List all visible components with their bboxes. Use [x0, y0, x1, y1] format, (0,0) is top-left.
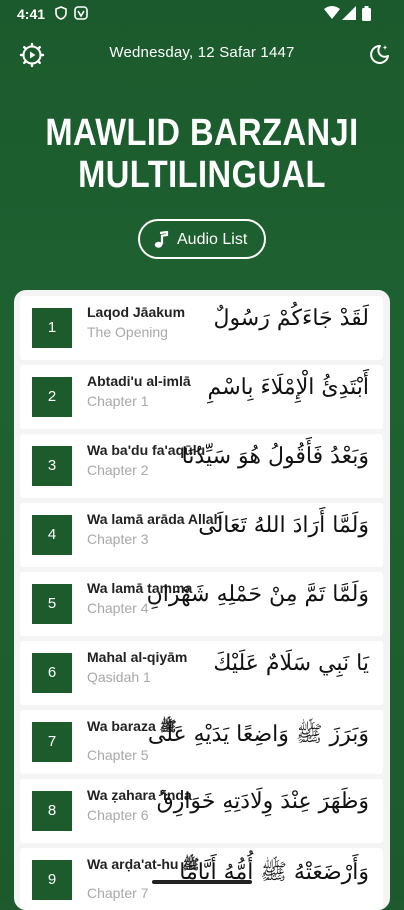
chapter-subtitle: Chapter 3 — [87, 531, 149, 547]
chapter-number: 2 — [32, 377, 72, 417]
chapter-arabic: وَبَرَزَ ﷺ وَاضِعًا يَدَيْهِ عَلَى — [147, 722, 369, 747]
chapter-row[interactable]: 9 Wa arḍa'at-hu ﷺ Chapter 7 وَأَرْضَعَتْ… — [20, 848, 383, 910]
shield-icon — [55, 6, 67, 24]
chapter-subtitle: Chapter 7 — [87, 885, 149, 901]
chapter-subtitle: Qasidah 1 — [87, 669, 151, 685]
chapter-arabic: يَا نَبِي سَلَامٌ عَلَيْكَ — [213, 651, 369, 676]
chapter-row[interactable]: 5 Wa lamā tamma Chapter 4 وَلَمَّا تَمَّ… — [20, 572, 383, 636]
chapter-title: Laqod Jāakum — [87, 304, 186, 320]
chapter-number: 4 — [32, 515, 72, 555]
chapter-row[interactable]: 4 Wa lamā arāda Allah Chapter 3 وَلَمَّا… — [20, 503, 383, 567]
chapter-number: 7 — [32, 722, 72, 762]
chapter-arabic: وَبَعْدُ فَأَقُولُ هُوَ سَيِّدُنَا — [181, 444, 369, 469]
chapter-number: 8 — [32, 791, 72, 831]
chapter-row[interactable]: 8 Wa ẓahara 'inda Chapter 6 وَظَهَرَ عِن… — [20, 779, 383, 843]
chapter-number: 5 — [32, 584, 72, 624]
chapter-subtitle: Chapter 2 — [87, 462, 149, 478]
chapter-list: 1 Laqod Jāakum The Opening لَقَدْ جَاءَك… — [14, 290, 390, 910]
music-note-icon — [154, 231, 169, 248]
chapter-row[interactable]: 7 Wa baraza ﷺ Chapter 5 وَبَرَزَ ﷺ وَاضِ… — [20, 710, 383, 774]
audio-list-button[interactable]: Audio List — [138, 219, 266, 259]
chapter-arabic: أَبْتَدِئُ الْإِمْلَاءَ بِاسْمِ — [207, 375, 369, 400]
title-line-1: MAWLID BARZANJI — [45, 112, 359, 154]
chapter-subtitle: The Opening — [87, 324, 168, 340]
battery-icon — [362, 6, 371, 25]
moon-stars-icon — [370, 44, 389, 64]
status-bar: 4:41 — [0, 0, 404, 28]
chapter-row[interactable]: 1 Laqod Jāakum The Opening لَقَدْ جَاءَك… — [20, 296, 383, 360]
chapter-number: 6 — [32, 653, 72, 693]
chapter-row[interactable]: 6 Mahal al-qiyām Qasidah 1 يَا نَبِي سَل… — [20, 641, 383, 705]
title-line-2: MULTILINGUAL — [78, 154, 326, 196]
chapter-subtitle: Chapter 6 — [87, 807, 149, 823]
chapter-number: 9 — [32, 860, 72, 900]
chapter-subtitle: Chapter 1 — [87, 393, 149, 409]
audio-list-label: Audio List — [177, 231, 248, 248]
chapter-row[interactable]: 3 Wa ba'du fa'aqūlu Chapter 2 وَبَعْدُ ف… — [20, 434, 383, 498]
hijri-date: Wednesday, 12 Safar 1447 — [109, 44, 295, 61]
date-row: Wednesday, 12 Safar 1447 — [0, 34, 404, 74]
theme-toggle-button[interactable] — [367, 42, 393, 68]
chapter-arabic: وَلَمَّا تَمَّ مِنْ حَمْلِهِ شَهْرَانِ — [146, 582, 369, 607]
signal-icon — [342, 6, 356, 24]
chapter-arabic: لَقَدْ جَاءَكُمْ رَسُولٌ — [213, 306, 369, 331]
chapter-title: Mahal al-qiyām — [87, 649, 188, 665]
vpn-icon — [74, 6, 88, 24]
app-title: MAWLID BARZANJI MULTILINGUAL — [28, 112, 375, 196]
chapter-arabic: وَلَمَّا أَرَادَ اللهُ تَعَالَى — [198, 513, 369, 538]
status-time: 4:41 — [17, 6, 46, 22]
chapter-title: Abtadi'u al-imlā — [87, 373, 191, 389]
chapter-row[interactable]: 2 Abtadi'u al-imlā Chapter 1 أَبْتَدِئُ … — [20, 365, 383, 429]
chapter-subtitle: Chapter 5 — [87, 747, 149, 763]
wifi-icon — [324, 6, 340, 24]
chapter-number: 1 — [32, 308, 72, 348]
chapter-subtitle: Chapter 4 — [87, 600, 149, 616]
chapter-arabic: وَظَهَرَ عِنْدَ وِلَادَتِهِ خَوَارِقُ — [156, 789, 369, 814]
gesture-bar[interactable] — [152, 880, 252, 884]
chapter-number: 3 — [32, 446, 72, 486]
chapter-arabic: وَأَرْضَعَتْهُ ﷺ أُمُّهُ أَيَّامًا — [179, 860, 369, 885]
